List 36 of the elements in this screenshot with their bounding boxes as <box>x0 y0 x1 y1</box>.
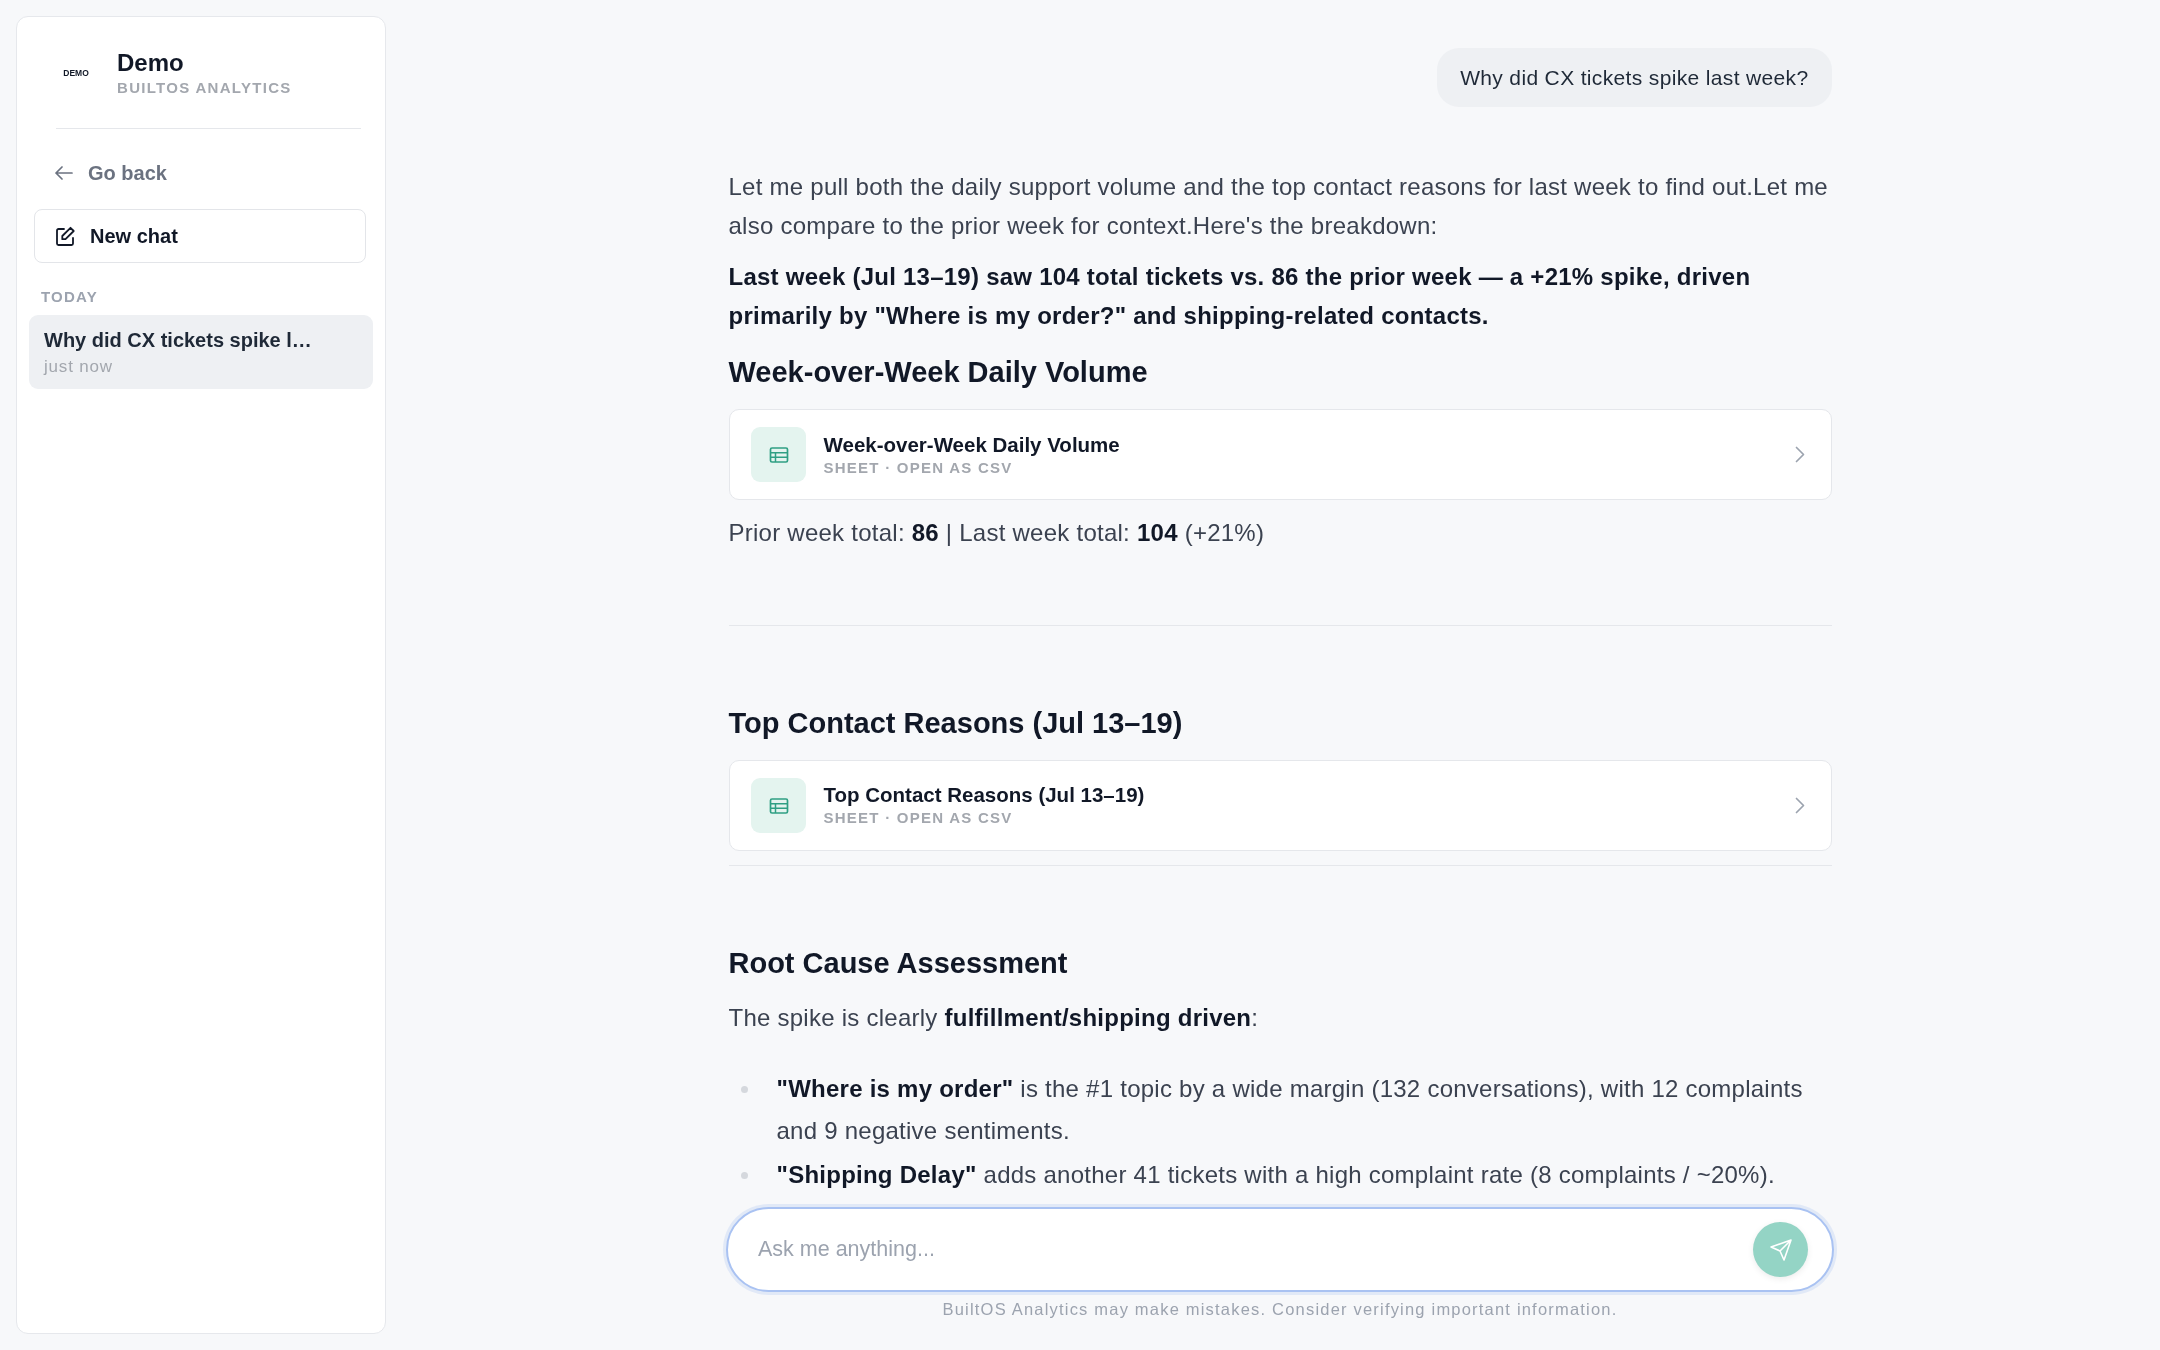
list-text: "Shipping Delay" adds another 41 tickets with a high complaint rate (8 complaints / ~20%). <box>776 1160 1775 1190</box>
message-text: Let me pull both the daily support volume and the top contact reasons for last week to find out.Let me also compare to the prior week for context.Here's the breakdown: <box>728 172 1829 241</box>
sheet-card[interactable]: Top Contact Reasons (Jul 13–19) SHEET · OPEN AS CSV <box>728 759 1832 851</box>
send-icon <box>1768 1237 1793 1262</box>
section-heading: Root Cause Assessment <box>728 945 1069 981</box>
app-subtitle: BUILTOS ANALYTICS <box>117 78 292 98</box>
section-heading: Week-over-Week Daily Volume <box>728 355 1149 390</box>
arrow-left-icon <box>55 166 73 180</box>
edit-icon <box>55 225 76 247</box>
chat-time: just now <box>44 357 113 377</box>
bullet-icon <box>740 1171 748 1179</box>
message-text: Prior week total: 86 | Last week total: 104 (+21%) <box>728 518 1266 548</box>
message-text: The spike is clearly fulfillment/shipping driven: <box>728 1002 1260 1033</box>
chevron-right-icon <box>1794 796 1805 814</box>
sheet-subtitle: SHEET · OPEN AS CSV <box>823 808 1013 828</box>
table-icon <box>750 777 806 833</box>
user-message: Why did CX tickets spike last week? <box>1437 48 1832 107</box>
logo-text: DEMO <box>63 68 89 78</box>
chat-history-item[interactable]: Why did CX tickets spike l… just now <box>29 315 373 389</box>
section-heading: Top Contact Reasons (Jul 13–19) <box>728 705 1184 741</box>
sheet-title: Top Contact Reasons (Jul 13–19) <box>823 782 1145 808</box>
new-chat-button[interactable]: New chat <box>34 209 366 263</box>
go-back-link[interactable]: Go back <box>55 159 167 187</box>
chat-title: Why did CX tickets spike l… <box>44 328 312 353</box>
chat-input[interactable]: Ask me anything... <box>726 1207 1834 1292</box>
table-icon <box>750 427 806 482</box>
summary-text: Last week (Jul 13–19) saw 104 total tickets vs. 86 the prior week — a +21% spike, driven primarily by "Where is my order?" and shipping-related contacts. <box>728 262 1752 331</box>
sheet-title: Week-over-Week Daily Volume <box>823 431 1120 458</box>
sheet-subtitle: SHEET · OPEN AS CSV <box>823 457 1013 478</box>
disclaimer-text: BuiltOS Analytics may make mistakes. Consider verifying important information. <box>942 1299 1618 1319</box>
list-text: "Where is my order" is the #1 topic by a wide margin (132 conversations), with 12 complaints and 9 negative sentiments. <box>776 1074 1804 1146</box>
group-label: TODAY <box>41 287 98 307</box>
app-title: Demo <box>117 48 184 78</box>
bullet-icon <box>740 1085 748 1093</box>
chevron-right-icon <box>1794 446 1805 463</box>
sheet-card[interactable]: Week-over-Week Daily Volume SHEET · OPEN AS CSV <box>728 409 1832 500</box>
